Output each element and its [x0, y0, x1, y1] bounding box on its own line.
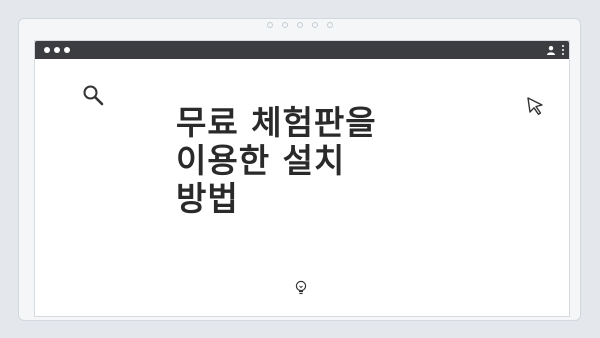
window-minimize-button[interactable]: [54, 47, 60, 53]
pagination-dot: [326, 22, 333, 28]
title-line: 이용한 설치: [176, 141, 346, 180]
page-title: 무료 체험판을 이용한 설치 방법: [176, 104, 436, 218]
window-titlebar: [35, 41, 569, 59]
pagination-dots: [19, 22, 580, 28]
pagination-dot: [311, 22, 318, 28]
user-icon[interactable]: [546, 45, 556, 55]
window-maximize-button[interactable]: [64, 47, 70, 53]
more-vertical-icon[interactable]: [561, 45, 565, 55]
window-controls: [44, 47, 70, 53]
pagination-dot: [281, 22, 288, 28]
window-close-button[interactable]: [44, 47, 50, 53]
lightbulb-icon: [295, 280, 307, 295]
search-icon: [83, 85, 104, 106]
title-line: 무료 체험판을: [176, 103, 377, 142]
title-line: 방법: [176, 179, 239, 218]
cursor-icon: [527, 97, 543, 115]
pagination-dot: [266, 22, 273, 28]
pagination-dot: [296, 22, 303, 28]
